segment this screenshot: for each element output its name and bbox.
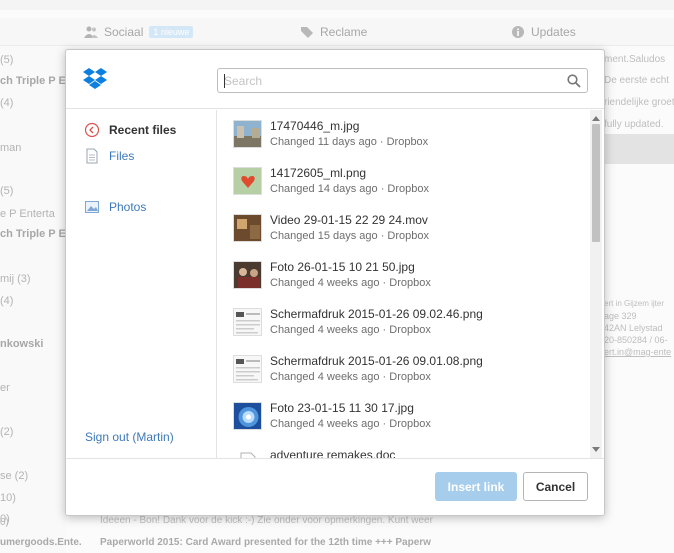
nav-item-files[interactable]: Files (84, 147, 134, 165)
clock-icon (84, 122, 100, 138)
search-input[interactable] (224, 71, 559, 90)
nav-label: Files (109, 149, 135, 163)
file-list: 17470446_m.jpg Changed 11 days ago · Dro… (218, 110, 604, 458)
photo-thumbnail (233, 120, 262, 148)
scrollbar-thumb[interactable] (592, 124, 600, 242)
search-icon[interactable] (567, 74, 581, 88)
file-row[interactable]: 14172605_ml.png Changed 14 days ago · Dr… (218, 157, 590, 204)
file-icon (86, 148, 98, 164)
file-meta: Changed 15 days ago · Dropbox (270, 230, 429, 242)
search-box[interactable] (217, 68, 588, 93)
dialog-header (66, 50, 604, 109)
file-row[interactable]: Schermafdruk 2015-01-26 09.02.46.png Cha… (218, 298, 590, 345)
screenshot-thumbnail (233, 355, 262, 383)
file-name: adventure remakes.doc (270, 448, 396, 458)
insert-link-button[interactable]: Insert link (435, 472, 517, 501)
file-name: Schermafdruk 2015-01-26 09.01.08.png (270, 354, 483, 368)
file-name: Video 29-01-15 22 29 24.mov (270, 213, 428, 227)
file-name: Foto 26-01-15 10 21 50.jpg (270, 260, 415, 274)
file-name: 14172605_ml.png (270, 166, 367, 180)
file-row[interactable]: Schermafdruk 2015-01-26 09.01.08.png Cha… (218, 345, 590, 392)
file-meta: Changed 11 days ago · Dropbox (270, 136, 429, 148)
document-icon (233, 449, 262, 458)
file-row[interactable]: Foto 23-01-15 11 30 17.jpg Changed 4 wee… (218, 392, 590, 439)
photo-thumbnail (233, 402, 262, 430)
file-row[interactable]: Foto 26-01-15 10 21 50.jpg Changed 4 wee… (218, 251, 590, 298)
dialog-footer: Insert link Cancel (66, 458, 604, 515)
scroll-up-arrow-icon[interactable] (592, 116, 600, 121)
file-meta: Changed 4 weeks ago · Dropbox (270, 371, 431, 383)
file-name: Foto 23-01-15 11 30 17.jpg (270, 401, 414, 415)
dropbox-chooser-dialog: Recent files Files Photos Sign out (Mart… (65, 49, 605, 516)
dialog-sidebar: Recent files Files Photos Sign out (Mart… (66, 110, 217, 458)
dropbox-logo-icon (83, 68, 107, 89)
sign-out-link[interactable]: Sign out (Martin) (85, 430, 174, 444)
file-list-scrollbar[interactable] (590, 110, 602, 458)
nav-label: Photos (109, 200, 147, 214)
file-row[interactable]: adventure remakes.doc (218, 439, 590, 458)
video-thumbnail (233, 214, 262, 242)
photo-thumbnail (233, 261, 262, 289)
nav-item-recent-files[interactable]: Recent files (84, 121, 176, 139)
file-name: Schermafdruk 2015-01-26 09.02.46.png (270, 307, 483, 321)
file-meta: Changed 4 weeks ago · Dropbox (270, 418, 431, 430)
nav-item-photos[interactable]: Photos (84, 198, 146, 216)
nav-label: Recent files (109, 123, 177, 137)
file-row[interactable]: 17470446_m.jpg Changed 11 days ago · Dro… (218, 110, 590, 157)
photo-thumbnail (233, 167, 262, 195)
cancel-button[interactable]: Cancel (523, 472, 588, 501)
file-meta: Changed 14 days ago · Dropbox (270, 183, 429, 195)
scroll-down-arrow-icon[interactable] (592, 447, 600, 452)
file-meta: Changed 4 weeks ago · Dropbox (270, 277, 431, 289)
text-cursor (224, 74, 225, 88)
screenshot-thumbnail (233, 308, 262, 336)
file-name: 17470446_m.jpg (270, 119, 360, 133)
file-row[interactable]: Video 29-01-15 22 29 24.mov Changed 15 d… (218, 204, 590, 251)
photo-icon (85, 201, 99, 213)
file-meta: Changed 4 weeks ago · Dropbox (270, 324, 431, 336)
